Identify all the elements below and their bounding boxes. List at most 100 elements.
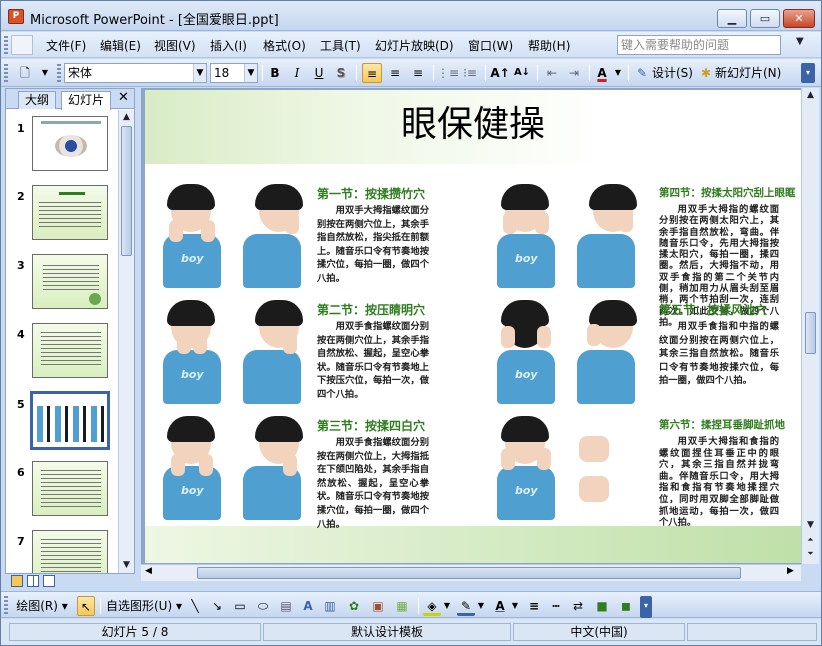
increase-indent-icon[interactable]: ⇥ — [564, 63, 584, 83]
help-search-input[interactable]: 键入需要帮助的问题 — [617, 35, 781, 55]
normal-view-icon[interactable] — [11, 575, 23, 587]
toolbar-grip[interactable] — [4, 596, 8, 614]
slide-thumbnail[interactable] — [32, 254, 108, 309]
design-button[interactable]: 设计(S) — [652, 63, 694, 83]
slide-horizontal-scrollbar[interactable]: ◀ ▶ — [141, 564, 801, 581]
menu-edit[interactable]: 编辑(E) — [100, 37, 141, 54]
chevron-down-icon[interactable]: ▼ — [796, 36, 804, 47]
decrease-font-size-icon[interactable]: A↓ — [512, 63, 532, 83]
minimize-button[interactable]: ▁ — [717, 9, 747, 28]
scroll-down-icon[interactable]: ▼ — [804, 518, 817, 532]
draw-menu-button[interactable]: 绘图(R) ▾ — [11, 596, 73, 616]
select-pointer-icon[interactable]: ↖ — [77, 596, 95, 616]
slide-thumbnail[interactable] — [32, 323, 108, 378]
line-style-icon[interactable]: ≡ — [525, 596, 543, 616]
toolbar-grip[interactable] — [4, 64, 8, 82]
menu-tools[interactable]: 工具(T) — [320, 37, 361, 54]
image-icon[interactable]: ▦ — [393, 596, 411, 616]
font-color-icon[interactable]: A — [593, 63, 611, 83]
3d-style-icon[interactable]: ◼ — [617, 596, 635, 616]
design-icon[interactable]: ✎ — [634, 63, 650, 83]
scrollbar-thumb[interactable] — [121, 126, 132, 256]
shadow-style-icon[interactable]: ■ — [593, 596, 611, 616]
new-slide-icon[interactable]: ✱ — [698, 63, 714, 83]
scroll-up-icon[interactable]: ▲ — [804, 88, 817, 102]
document-icon[interactable] — [11, 35, 33, 55]
menu-insert[interactable]: 插入(I) — [210, 37, 247, 54]
scroll-down-icon[interactable]: ▼ — [120, 558, 133, 572]
decrease-indent-icon[interactable]: ⇤ — [542, 63, 562, 83]
numbering-icon[interactable]: ⋮≡ — [437, 63, 459, 83]
scroll-right-icon[interactable]: ▶ — [787, 566, 794, 576]
close-button[interactable]: ✕ — [783, 9, 815, 28]
line-icon[interactable]: ╲ — [187, 596, 203, 616]
slide-vertical-scrollbar[interactable]: ▲ ▼ ⏶ ⏷ — [801, 88, 819, 564]
slide-title[interactable]: 眼保健操 — [145, 95, 801, 147]
scroll-left-icon[interactable]: ◀ — [145, 566, 152, 576]
chevron-down-icon[interactable]: ▼ — [39, 63, 51, 83]
autoshapes-button[interactable]: 自选图形(U) ▾ — [105, 596, 183, 616]
slideshow-view-icon[interactable] — [43, 575, 55, 587]
slide-thumbnail-selected[interactable] — [30, 391, 110, 450]
scrollbar-thumb[interactable] — [805, 312, 816, 354]
chevron-down-icon[interactable]: ▼ — [244, 64, 257, 82]
wordart-icon[interactable]: A — [299, 596, 317, 616]
toolbar-grip[interactable] — [57, 64, 61, 82]
slide-thumbnail[interactable] — [32, 185, 108, 240]
chevron-down-icon[interactable]: ▼ — [510, 596, 520, 616]
font-name-select[interactable]: 宋体 ▼ — [64, 63, 207, 83]
chevron-down-icon[interactable]: ▼ — [193, 64, 206, 82]
shadow-button[interactable]: S — [332, 63, 350, 83]
chevron-down-icon[interactable]: ▼ — [442, 596, 452, 616]
maximize-button[interactable]: ▭ — [750, 9, 780, 28]
font-size-select[interactable]: 18 ▼ — [210, 63, 258, 83]
diagram-icon[interactable]: ▥ — [321, 596, 339, 616]
new-slide-button[interactable]: 新幻灯片(N) — [715, 63, 787, 83]
bold-button[interactable]: B — [266, 63, 284, 83]
menu-format[interactable]: 格式(O) — [263, 37, 306, 54]
chevron-down-icon[interactable]: ▼ — [612, 63, 624, 83]
toolbar-options-icon[interactable]: ▾ — [801, 63, 815, 83]
powerpoint-icon[interactable]: P — [8, 9, 24, 24]
close-icon[interactable]: ✕ — [118, 90, 129, 105]
fill-color-icon[interactable]: ◈ — [423, 596, 441, 616]
previous-slide-icon[interactable]: ⏶ — [804, 533, 817, 547]
clipart-icon[interactable]: ✿ — [345, 596, 363, 616]
textbox-icon[interactable]: ▤ — [277, 596, 295, 616]
rectangle-icon[interactable]: ▭ — [231, 596, 249, 616]
chevron-down-icon[interactable]: ▼ — [476, 596, 486, 616]
scroll-up-icon[interactable]: ▲ — [120, 110, 133, 124]
menu-slideshow[interactable]: 幻灯片放映(D) — [375, 37, 454, 54]
line-color-icon[interactable]: ✎ — [457, 596, 475, 616]
increase-font-size-icon[interactable]: A↑ — [490, 63, 510, 83]
next-slide-icon[interactable]: ⏷ — [804, 547, 817, 561]
align-left-icon[interactable]: ≡ — [362, 63, 382, 83]
toolbar-grip[interactable] — [4, 36, 8, 54]
align-center-icon[interactable]: ≡ — [385, 63, 405, 83]
menu-window[interactable]: 窗口(W) — [468, 37, 513, 54]
thumbnail-scrollbar[interactable]: ▲ ▼ — [118, 110, 134, 573]
slide-canvas[interactable]: 眼保健操 boy 第一节：按揉攒竹穴 用双手大拇指螺纹面分别按在两侧穴位上，其余… — [145, 90, 801, 563]
picture-icon[interactable]: ▣ — [369, 596, 387, 616]
tab-outline[interactable]: 大纲 — [18, 91, 57, 109]
arrow-icon[interactable]: ↘ — [209, 596, 225, 616]
new-document-icon[interactable]: 🗋 — [13, 63, 37, 83]
menu-help[interactable]: 帮助(H) — [528, 37, 570, 54]
bullets-icon[interactable]: ⁝≡ — [460, 63, 480, 83]
align-right-icon[interactable]: ≡ — [408, 63, 428, 83]
tab-slides[interactable]: 幻灯片 — [61, 91, 112, 110]
italic-button[interactable]: I — [288, 63, 306, 83]
slide-thumbnail[interactable] — [32, 461, 108, 516]
slide-thumbnail[interactable] — [32, 530, 108, 573]
oval-icon[interactable]: ⬭ — [253, 596, 273, 616]
menu-file[interactable]: 文件(F) — [46, 37, 86, 54]
dash-style-icon[interactable]: ┅ — [547, 596, 565, 616]
slide-thumbnail[interactable] — [32, 116, 108, 171]
scrollbar-thumb[interactable] — [197, 567, 741, 579]
toolbar-options-icon[interactable]: ▾ — [640, 596, 652, 618]
menu-view[interactable]: 视图(V) — [154, 37, 196, 54]
font-color-icon[interactable]: A — [491, 596, 509, 616]
arrow-style-icon[interactable]: ⇄ — [569, 596, 587, 616]
underline-button[interactable]: U — [310, 63, 328, 83]
slide-sorter-view-icon[interactable] — [27, 575, 39, 587]
